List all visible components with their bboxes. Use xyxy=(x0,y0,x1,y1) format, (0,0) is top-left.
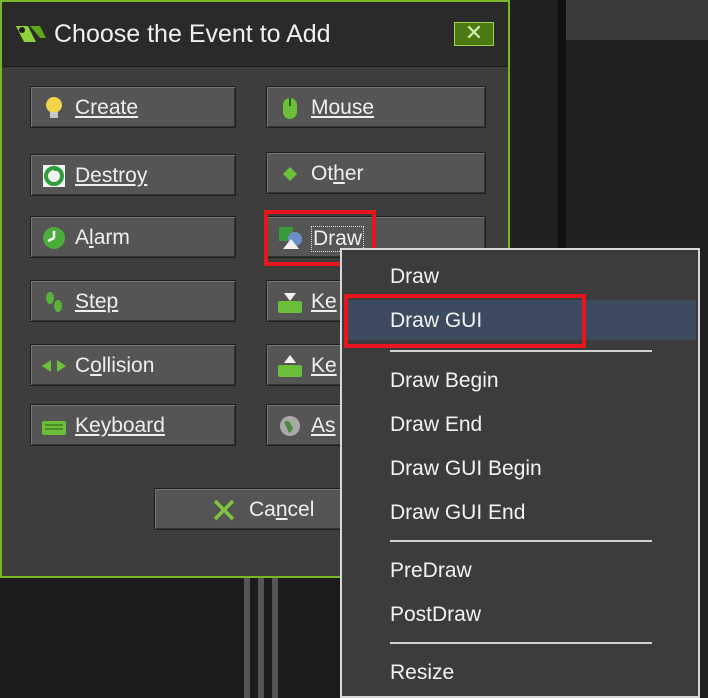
keyboard-event-button[interactable]: Keyboard xyxy=(30,404,236,446)
keyboard-event-label: Keyboard xyxy=(75,414,165,437)
cancel-x-icon xyxy=(213,499,235,521)
diamond-icon xyxy=(283,167,297,181)
alarm-event-label: Alarm xyxy=(75,226,130,249)
clock-icon xyxy=(43,227,65,249)
collision-event-button[interactable]: Collision xyxy=(30,344,236,386)
key-press-event-label: Ke xyxy=(311,290,337,313)
footsteps-icon xyxy=(46,292,62,312)
step-event-button[interactable]: Step xyxy=(30,280,236,322)
cancel-label: Cancel xyxy=(249,498,315,521)
keyboard-icon xyxy=(42,421,66,435)
key-release-event-label: Ke xyxy=(311,354,337,377)
collision-event-label: Collision xyxy=(75,354,155,377)
menu-separator xyxy=(390,642,652,644)
draw-gui-highlight xyxy=(344,294,586,348)
key-release-icon xyxy=(278,355,302,377)
recycle-icon xyxy=(43,165,65,187)
menu-item-draw-gui-end[interactable]: Draw GUI End xyxy=(344,492,696,532)
menu-item-predraw[interactable]: PreDraw xyxy=(344,550,696,590)
background-panel-bottom xyxy=(0,576,345,698)
destroy-event-button[interactable]: Destroy xyxy=(30,154,236,196)
collision-arrows-icon xyxy=(42,360,66,372)
alarm-event-button[interactable]: Alarm xyxy=(30,216,236,258)
create-event-button[interactable]: Create xyxy=(30,86,236,128)
menu-separator xyxy=(390,350,652,352)
menu-separator xyxy=(390,540,652,542)
dialog-titlebar[interactable]: Choose the Event to Add ✕ xyxy=(2,2,508,67)
background-toolbar xyxy=(566,0,708,40)
background-bar xyxy=(272,576,278,698)
async-event-label: As xyxy=(311,414,336,437)
menu-item-postdraw[interactable]: PostDraw xyxy=(344,594,696,634)
background-bar xyxy=(244,576,250,698)
create-event-label: Create xyxy=(75,96,139,119)
dialog-title: Choose the Event to Add xyxy=(54,20,331,48)
step-event-label: Step xyxy=(75,290,119,313)
background-bar xyxy=(258,576,264,698)
other-event-button[interactable]: Other xyxy=(266,152,486,194)
gamemaker-logo-icon xyxy=(16,26,46,42)
menu-item-draw[interactable]: Draw xyxy=(344,256,696,296)
menu-item-resize[interactable]: Resize xyxy=(344,652,696,692)
lightbulb-icon xyxy=(46,97,62,118)
key-press-icon xyxy=(278,293,302,313)
destroy-event-label: Destroy xyxy=(75,164,148,187)
mouse-event-label: Mouse xyxy=(311,96,375,119)
menu-item-draw-end[interactable]: Draw End xyxy=(344,404,696,444)
mouse-event-button[interactable]: Mouse xyxy=(266,86,486,128)
other-event-label: Other xyxy=(311,162,364,185)
cancel-button[interactable]: Cancel xyxy=(154,488,354,530)
menu-item-draw-gui-begin[interactable]: Draw GUI Begin xyxy=(344,448,696,488)
close-button[interactable]: ✕ xyxy=(454,22,494,46)
mouse-icon xyxy=(283,98,297,119)
menu-item-draw-begin[interactable]: Draw Begin xyxy=(344,360,696,400)
globe-icon xyxy=(280,416,300,436)
